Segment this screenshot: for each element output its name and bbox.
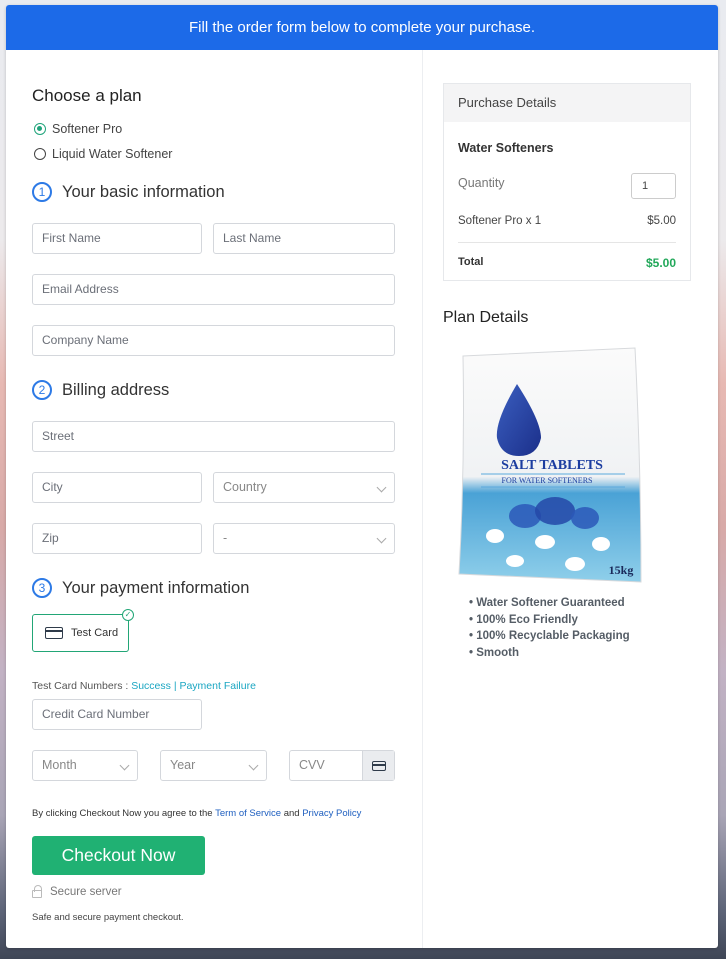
product-image-subtitle: FOR WATER SOFTENERS [502,476,593,485]
company-input[interactable]: Company Name [32,325,395,356]
privacy-policy-link[interactable]: Privacy Policy [302,808,361,819]
last-name-input[interactable]: Last Name [213,223,395,254]
product-image: SALT TABLETS FOR WATER SOFTENERS 15kg [458,347,642,583]
secure-server-note: Secure server [32,885,122,898]
quantity-input[interactable]: 1 [631,173,676,199]
agreement-and: and [283,808,300,819]
quantity-label: Quantity [458,176,505,190]
link-separator: | [173,680,177,692]
section-basic-info: 1 Your basic information [32,182,225,202]
terms-agreement: By clicking Checkout Now you agree to th… [32,808,361,819]
plan-features-list: Water Softener Guaranteed 100% Eco Frien… [469,595,630,662]
credit-card-icon [45,627,63,639]
section-billing: 2 Billing address [32,380,169,400]
chevron-down-icon [376,482,387,493]
total-label: Total [458,256,484,268]
month-select[interactable]: Month [32,750,138,781]
line-item-price: $5.00 [647,215,676,227]
plan-option-label: Softener Pro [52,122,123,136]
chevron-down-icon [119,760,130,771]
step-number-3: 3 [32,578,52,598]
feature-item: 100% Recyclable Packaging [469,628,629,645]
section-heading: Your basic information [62,182,225,201]
cvv-placeholder: CVV [299,758,325,772]
first-name-input[interactable]: First Name [32,223,202,254]
country-select[interactable]: Country [213,472,395,503]
test-card-option[interactable]: Test Card ✓ [32,609,134,652]
plan-details-heading: Plan Details [443,309,529,326]
step-number-2: 2 [32,380,52,400]
credit-card-icon [371,760,386,771]
payment-failure-link[interactable]: Payment Failure [179,680,255,692]
bubble [535,497,575,525]
salt-tablet [592,537,610,551]
line-item-label: Softener Pro x 1 [458,215,542,227]
radio-selected-icon[interactable] [34,123,46,135]
terms-of-service-link[interactable]: Term of Service [215,808,281,819]
zip-input[interactable]: Zip [32,523,202,554]
total-amount: $5.00 [645,256,676,270]
choose-plan-heading: Choose a plan [32,86,142,105]
salt-tablet [565,557,585,571]
state-select-value: - [223,531,228,545]
check-icon: ✓ [122,609,134,621]
order-form-card: Fill the order form below to complete yo… [6,5,718,948]
purchase-details-box: Purchase Details Water Softeners Quantit… [443,83,691,281]
state-select[interactable]: - [213,523,395,554]
city-input[interactable]: City [32,472,202,503]
month-select-value: Month [42,758,77,772]
email-input[interactable]: Email Address [32,274,395,305]
salt-tablet [535,535,555,549]
salt-tablet [506,555,524,567]
chevron-down-icon [376,533,387,544]
section-payment: 3 Your payment information [32,578,249,598]
section-heading: Your payment information [62,578,250,597]
lock-icon [32,885,42,898]
product-weight: 15kg [609,563,634,577]
feature-item: Water Softener Guaranteed [469,595,630,612]
plan-option-softener-pro[interactable]: Softener Pro [34,122,122,136]
year-select-value: Year [170,758,196,772]
salt-tablet [486,529,504,543]
plan-option-liquid-softener[interactable]: Liquid Water Softener [34,147,172,161]
purchase-details-heading: Purchase Details [444,84,690,122]
year-select[interactable]: Year [160,750,267,781]
agreement-text: By clicking Checkout Now you agree to th… [32,808,213,819]
feature-item: Smooth [469,645,630,662]
street-input[interactable]: Street [32,421,395,452]
chevron-down-icon [248,760,259,771]
order-form: Choose a plan Softener Pro Liquid Water … [6,50,422,948]
feature-item: 100% Eco Friendly [469,612,630,629]
order-summary: Purchase Details Water Softeners Quantit… [423,50,718,948]
credit-card-number-input[interactable]: Credit Card Number [32,699,202,730]
product-name: Water Softeners [458,141,554,155]
country-select-value: Country [223,480,267,494]
checkout-now-button[interactable]: Checkout Now [32,836,205,875]
header-banner: Fill the order form below to complete yo… [6,5,718,50]
cvv-input[interactable]: CVV [289,750,395,781]
radio-unselected-icon[interactable] [34,148,46,160]
total-row: Total $5.00 [458,256,676,270]
test-card-numbers: Test Card Numbers : Success | Payment Fa… [32,680,256,692]
safe-checkout-note: Safe and secure payment checkout. [32,912,184,923]
success-link[interactable]: Success [131,680,171,692]
cvv-card-addon [362,751,394,780]
plan-option-label: Liquid Water Softener [52,147,173,161]
test-card-label: Test Card [71,627,119,639]
section-heading: Billing address [62,380,170,399]
bubble [571,507,599,529]
secure-server-label: Secure server [50,886,122,898]
step-number-1: 1 [32,182,52,202]
test-numbers-label: Test Card Numbers : [32,680,129,692]
summary-divider [458,242,676,243]
product-image-title: SALT TABLETS [501,458,603,473]
line-item: Softener Pro x 1 $5.00 [458,215,676,227]
